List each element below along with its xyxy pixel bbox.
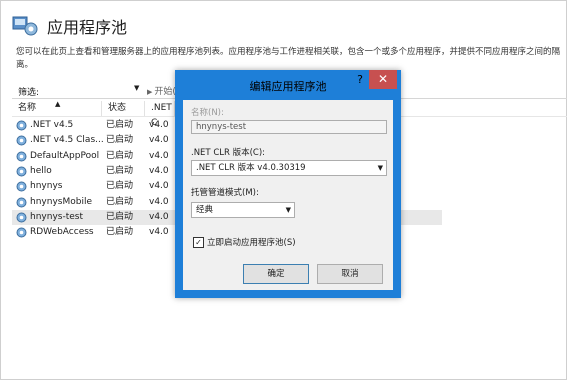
filter-dropdown-icon[interactable]: ▼ <box>134 84 139 92</box>
pool-clr-version: v4.0 <box>149 227 169 238</box>
chevron-down-icon: ▼ <box>285 206 291 214</box>
name-label: 名称(N): <box>191 108 224 118</box>
pool-name: .NET v4.5 <box>30 120 74 130</box>
app-pool-icon <box>16 212 27 223</box>
pool-name: hnynysMobile <box>30 196 92 207</box>
edit-app-pool-dialog: 编辑应用程序池 ? ✕ 名称(N): hnynys-test .NET CLR … <box>175 70 401 298</box>
pool-clr-version: v4.0 <box>149 181 169 192</box>
pool-status: 已启动 <box>106 120 134 130</box>
app-pool-icon <box>16 181 27 192</box>
pool-clr-version: v4.0 <box>149 135 169 146</box>
page-description: 您可以在此页上查看和管理服务器上的应用程序池列表。应用程序池与工作进程相关联，包… <box>16 47 561 70</box>
app-pool-icon <box>16 120 27 131</box>
pool-clr-version: v4.0 <box>149 165 169 176</box>
column-header-status[interactable]: 状态 <box>102 101 145 116</box>
pool-name: DefaultAppPool <box>30 150 100 161</box>
autostart-label[interactable]: 立即启动应用程序池(S) <box>207 236 296 248</box>
cancel-button[interactable]: 取消 <box>317 264 383 284</box>
chevron-down-icon: ▼ <box>377 164 383 172</box>
app-pool-icon <box>16 151 27 162</box>
pool-clr-version: v4.0 <box>149 211 169 222</box>
pool-status: 已启动 <box>106 135 134 146</box>
dialog-body: 名称(N): hnynys-test .NET CLR 版本(C): .NET … <box>183 100 393 290</box>
pool-clr-version: v4.0 <box>149 150 169 161</box>
autostart-checkbox[interactable]: ✓ <box>193 237 204 248</box>
sort-ascending-icon: ▲ <box>55 100 61 108</box>
pool-clr-version: v4.0 <box>149 120 169 130</box>
pool-name: .NET v4.5 Clas... <box>30 135 104 146</box>
pool-name: hello <box>30 165 52 176</box>
name-field: hnynys-test <box>191 120 387 134</box>
page-title: 应用程序池 <box>47 18 128 37</box>
pool-name: RDWebAccess <box>30 227 94 238</box>
pool-status: 已启动 <box>106 165 134 176</box>
app-pool-icon <box>16 227 27 238</box>
column-header-name[interactable]: 名称 ▲ <box>12 100 102 116</box>
app-pool-icon <box>16 197 27 207</box>
pool-status: 已启动 <box>106 227 134 238</box>
clr-version-label: .NET CLR 版本(C): <box>191 148 266 158</box>
pool-status: 已启动 <box>106 211 134 222</box>
pool-status: 已启动 <box>106 150 134 161</box>
pool-status: 已启动 <box>106 196 134 207</box>
app-pool-icon <box>16 166 27 177</box>
filter-input[interactable] <box>52 84 140 96</box>
app-pool-icon <box>16 135 27 146</box>
play-icon: ▶ <box>147 88 153 96</box>
pool-clr-version: v4.0 <box>149 196 169 207</box>
clr-version-select[interactable]: .NET CLR 版本 v4.0.30319 ▼ <box>191 160 387 176</box>
filter-label: 筛选: <box>18 88 40 98</box>
pool-name: hnynys <box>30 181 63 192</box>
pool-name: hnynys-test <box>30 211 83 222</box>
pool-status: 已启动 <box>106 181 134 192</box>
ok-button[interactable]: 确定 <box>243 264 309 284</box>
close-button[interactable]: ✕ <box>369 70 397 89</box>
column-header-clr[interactable]: .NET C <box>145 101 175 128</box>
help-button[interactable]: ? <box>351 70 369 89</box>
pipeline-mode-select[interactable]: 经典 ▼ <box>191 202 295 218</box>
pipeline-mode-label: 托管管道模式(M): <box>191 188 259 198</box>
app-pools-icon <box>12 16 38 36</box>
